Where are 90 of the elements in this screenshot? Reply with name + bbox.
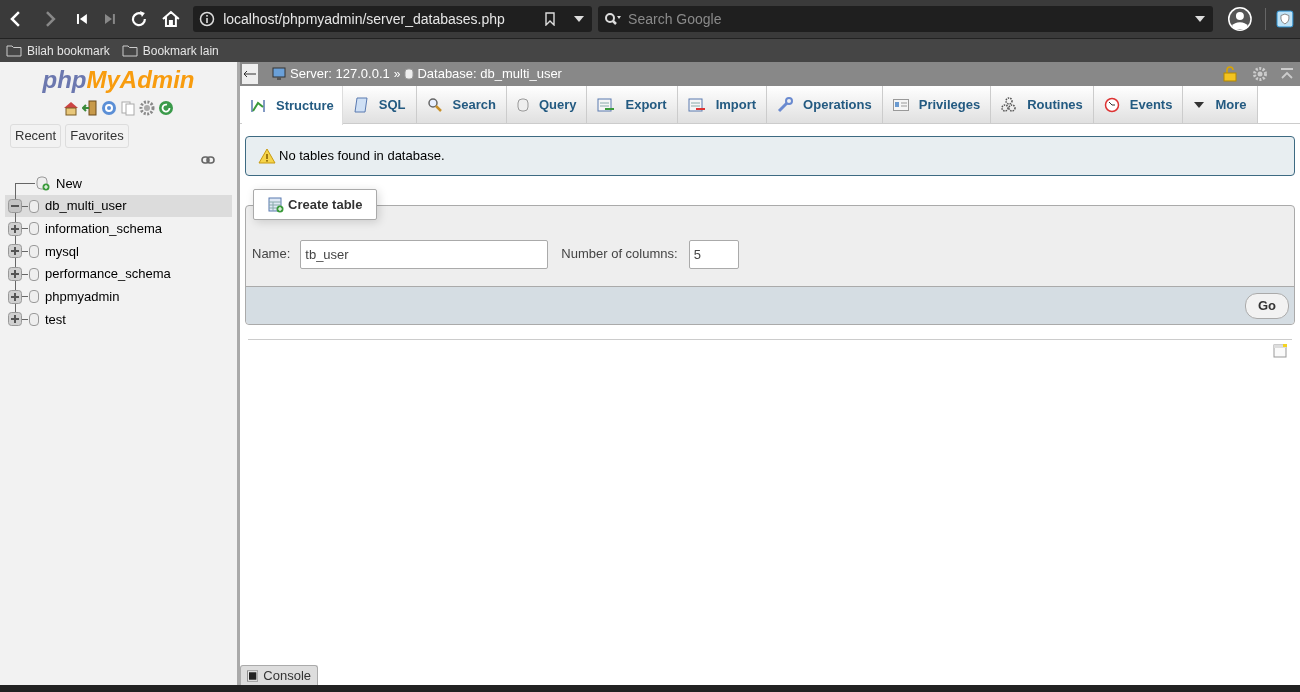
tree-row[interactable]: phpmyadmin <box>5 285 232 309</box>
phpmyadmin-logo[interactable]: phpMyAdmin <box>0 66 237 94</box>
server-link[interactable]: Server: 127.0.0.1 <box>290 64 390 84</box>
notice-text: No tables found in database. <box>279 147 445 166</box>
dropdown-icon[interactable] <box>1193 14 1208 24</box>
tree-row[interactable]: db_multi_user <box>5 194 232 218</box>
arrow-icon <box>244 71 256 77</box>
import-icon <box>687 96 706 113</box>
database-link[interactable]: test <box>45 309 66 330</box>
gears-icon <box>1001 96 1018 113</box>
database-link[interactable]: phpmyadmin <box>45 287 120 307</box>
database-link[interactable]: information_schema <box>45 218 163 239</box>
help-icon[interactable] <box>101 100 117 116</box>
tree-row[interactable]: information_schema <box>5 217 232 241</box>
database-icon <box>516 97 529 112</box>
server-icon <box>272 67 288 81</box>
tab[interactable]: Query <box>506 86 588 124</box>
tab[interactable]: Export <box>587 86 678 124</box>
columns-label: Number of columns: <box>561 245 678 264</box>
info-icon <box>199 11 216 27</box>
tree-row[interactable]: test <box>5 308 232 331</box>
warning-icon <box>258 148 276 164</box>
tab[interactable]: Structure <box>242 86 343 125</box>
database-icon <box>404 68 415 80</box>
database-icon <box>29 267 39 281</box>
console-icon <box>247 669 259 682</box>
database-link[interactable]: performance_schema <box>45 264 171 284</box>
console-tab[interactable]: Console <box>240 665 318 685</box>
expand-icon[interactable] <box>8 312 22 327</box>
tree-row[interactable]: performance_schema <box>5 262 232 286</box>
search-field[interactable]: Search Google <box>598 6 1214 32</box>
search-icon <box>426 96 443 113</box>
bookmark-folder[interactable]: Bookmark lain <box>121 41 219 60</box>
collapse-button[interactable] <box>242 64 258 84</box>
url-text: localhost/phpmyadmin/server_databases.php <box>223 9 506 29</box>
home-icon[interactable] <box>63 100 79 116</box>
address-bar[interactable]: localhost/phpmyadmin/server_databases.php <box>193 6 593 32</box>
add-database-icon <box>36 175 50 191</box>
bookmark-folder[interactable]: Bilah bookmark <box>6 41 110 60</box>
search-icon <box>604 12 623 26</box>
clock-icon <box>1103 96 1120 113</box>
database-icon <box>29 312 39 326</box>
go-button[interactable]: Go <box>1244 292 1289 319</box>
expand-icon[interactable] <box>8 221 22 236</box>
link-icon[interactable] <box>201 156 215 164</box>
database-link[interactable]: Database: db_multi_user <box>417 64 562 84</box>
name-field[interactable]: tb_user <box>300 239 549 269</box>
tab[interactable]: Search <box>416 86 507 124</box>
shield-icon[interactable] <box>1276 10 1294 28</box>
dropdown-icon <box>1193 100 1206 109</box>
settings-icon[interactable] <box>139 100 155 116</box>
tab[interactable]: Events <box>1093 86 1184 124</box>
wrench-icon <box>777 96 794 113</box>
database-icon <box>29 222 39 236</box>
name-label: Name: <box>252 245 291 264</box>
tab[interactable]: SQL <box>342 86 417 124</box>
exit-icon[interactable] <box>82 100 98 116</box>
database-link[interactable]: db_multi_user <box>45 196 127 216</box>
avatar-icon[interactable] <box>1227 6 1254 32</box>
dropdown-icon[interactable] <box>572 14 587 24</box>
home-icon[interactable] <box>161 9 182 29</box>
id-card-icon <box>892 98 909 111</box>
breadcrumb-separator: » <box>393 66 401 83</box>
tab[interactable]: Import <box>677 86 768 124</box>
columns-field[interactable]: 5 <box>688 239 739 269</box>
database-icon <box>29 199 39 213</box>
folder-icon <box>6 44 22 57</box>
new-database-link[interactable]: New <box>56 173 82 194</box>
export-icon <box>597 96 616 113</box>
database-link[interactable]: mysql <box>45 241 79 262</box>
collapse-icon[interactable] <box>8 199 22 214</box>
database-icon <box>29 290 39 304</box>
sidebar-tab-button[interactable]: Recent <box>10 124 62 148</box>
expand-icon[interactable] <box>8 267 22 282</box>
tree-row[interactable]: New <box>5 172 232 195</box>
tab[interactable]: Operations <box>767 86 883 124</box>
add-table-icon <box>268 196 284 213</box>
folder-icon <box>121 44 138 57</box>
search-placeholder: Search Google <box>628 9 723 29</box>
create-table-title: Create table <box>288 195 363 214</box>
bookmark-icon[interactable] <box>544 12 557 26</box>
expand-icon[interactable] <box>8 244 22 259</box>
sidebar-tab-button[interactable]: Favorites <box>65 124 129 148</box>
tree-row[interactable]: mysql <box>5 240 232 263</box>
tab[interactable]: Routines <box>991 86 1094 124</box>
database-icon <box>29 244 39 258</box>
tab[interactable]: More <box>1183 86 1258 124</box>
expand-icon[interactable] <box>8 289 22 304</box>
tab[interactable]: Privileges <box>882 86 992 124</box>
structure-icon <box>250 97 266 114</box>
